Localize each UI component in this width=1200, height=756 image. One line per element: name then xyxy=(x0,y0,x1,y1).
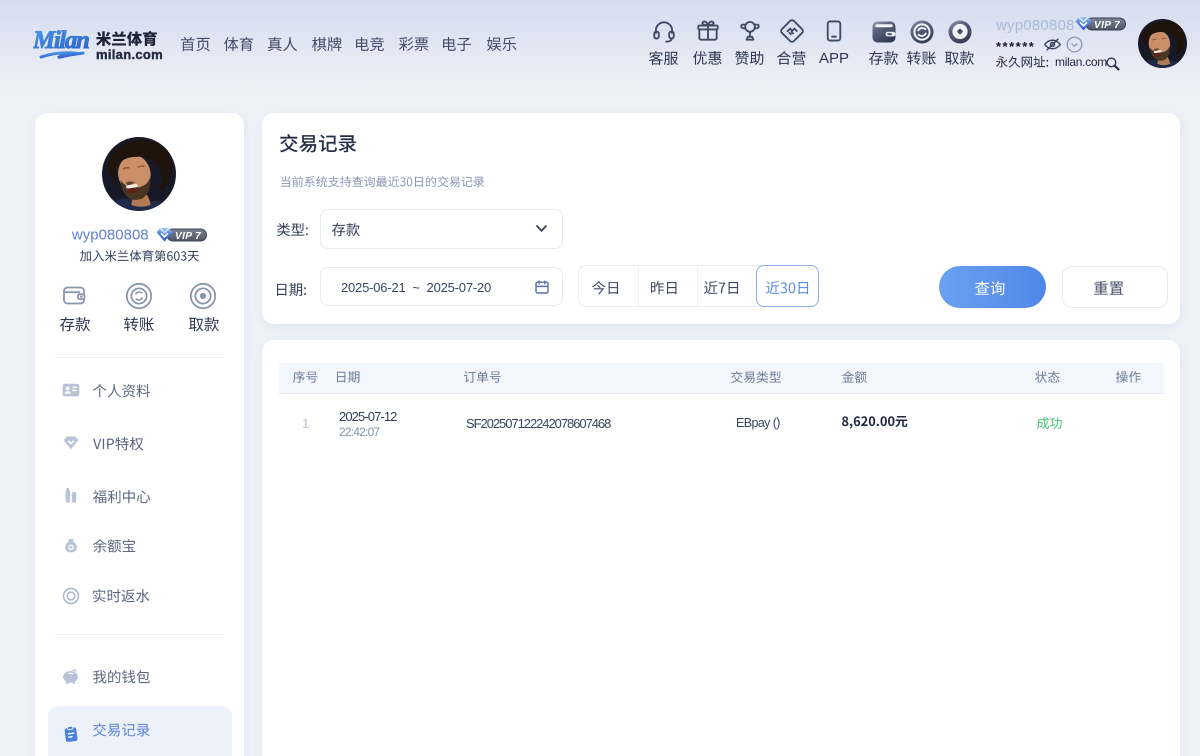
svg-text:VIP 7: VIP 7 xyxy=(175,231,201,242)
svg-text:VIP 7: VIP 7 xyxy=(1094,20,1120,31)
svg-text:Milan: Milan xyxy=(33,27,89,54)
